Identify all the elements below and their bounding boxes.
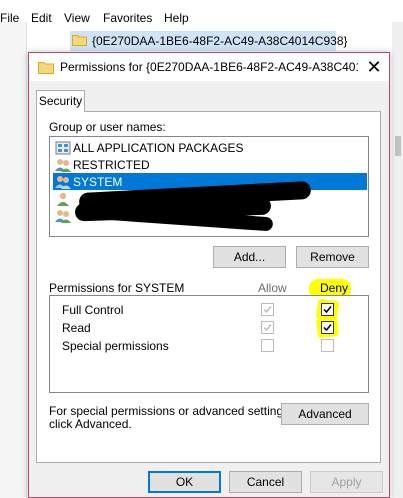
deny-full-control-checkbox[interactable] [321, 303, 334, 316]
permissions-dialog: Permissions for {0E270DAA-1BE6-48F2-AC49… [28, 52, 390, 498]
deny-column-header: Deny [320, 281, 349, 295]
check-icon [323, 306, 332, 314]
check-icon [263, 306, 272, 314]
allow-full-control-checkbox[interactable] [261, 303, 274, 316]
apply-button[interactable]: Apply [310, 471, 383, 493]
add-button[interactable]: Add... [213, 246, 286, 268]
users-group-icon [55, 158, 71, 172]
registry-menubar: File Edit View Favorites Help [0, 0, 403, 25]
group-label: Group or user names: [49, 120, 166, 134]
folder-icon [72, 35, 87, 46]
user-name: SYSTEM [73, 174, 123, 189]
cancel-button[interactable]: Cancel [229, 471, 302, 493]
registry-scroll-thumb[interactable] [395, 136, 401, 156]
ok-button[interactable]: OK [148, 471, 221, 493]
list-item-restricted[interactable]: RESTRICTED [53, 156, 367, 173]
menu-help[interactable]: Help [164, 11, 189, 25]
allow-read-checkbox[interactable] [261, 321, 274, 334]
user-name: ALL APPLICATION PACKAGES [73, 140, 244, 155]
menu-favorites[interactable]: Favorites [103, 11, 152, 25]
permissions-header: Permissions for SYSTEM [49, 281, 185, 295]
list-item-all-application-packages[interactable]: ALL APPLICATION PACKAGES [53, 139, 367, 156]
permission-name-special: Special permissions [62, 339, 169, 353]
special-permissions-text-line2: click Advanced. [49, 417, 132, 431]
users-group-icon [55, 209, 71, 223]
tab-security[interactable]: Security [36, 90, 85, 112]
remove-button[interactable]: Remove [296, 246, 369, 268]
registry-scrollbar[interactable] [392, 22, 403, 498]
dialog-title: Permissions for {0E270DAA-1BE6-48F2-AC49… [60, 60, 358, 74]
close-button[interactable]: ✕ [359, 53, 389, 81]
tree-pane-edge [0, 22, 27, 498]
advanced-button[interactable]: Advanced [281, 403, 369, 425]
check-icon [263, 324, 272, 332]
app-packages-icon [55, 141, 71, 154]
close-icon: ✕ [366, 57, 382, 77]
users-group-icon [55, 175, 71, 189]
deny-read-checkbox[interactable] [321, 321, 334, 334]
allow-special-checkbox[interactable] [261, 339, 274, 352]
folder-icon [38, 62, 54, 74]
user-name: RESTRICTED [73, 157, 150, 172]
menu-edit[interactable]: Edit [31, 11, 52, 25]
permission-name-full-control: Full Control [62, 303, 124, 317]
tree-selected-key-label: {0E270DAA-1BE6-48F2-AC49-A38C4014C938} [92, 34, 348, 48]
special-permissions-text-line1: For special permissions or advanced sett… [49, 404, 293, 418]
deny-special-checkbox[interactable] [321, 339, 334, 352]
menu-view[interactable]: View [64, 11, 90, 25]
dialog-titlebar[interactable]: Permissions for {0E270DAA-1BE6-48F2-AC49… [29, 53, 389, 81]
allow-column-header: Allow [258, 281, 287, 295]
user-icon [57, 192, 69, 206]
check-icon [323, 324, 332, 332]
permission-name-read: Read [62, 321, 91, 335]
